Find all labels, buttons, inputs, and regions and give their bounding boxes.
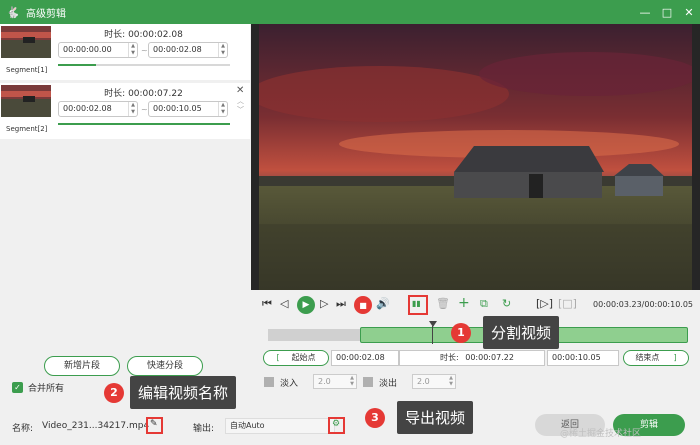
fade-out-input[interactable]: 2.0 ▲ ▼: [412, 374, 456, 389]
time-display: 00:00:03.23/00:00:10.05: [593, 300, 693, 309]
window-title: 高级剪辑: [26, 8, 66, 20]
segment-start-input[interactable]: 00:00:02.08 ▲ ▼: [58, 101, 138, 117]
video-frame: [259, 24, 692, 290]
quick-split-button[interactable]: 快速分段: [127, 356, 203, 376]
volume-icon[interactable]: 🔊: [376, 297, 390, 310]
play-icon[interactable]: ▶: [297, 296, 315, 314]
segment-item[interactable]: Segment[2] 时长: 00:00:07.22 00:00:02.08 ▲…: [0, 83, 250, 139]
reset-icon[interactable]: ↻: [502, 297, 511, 310]
spinner-icon[interactable]: ▲ ▼: [218, 102, 227, 116]
next-frame-icon[interactable]: ⏭: [336, 297, 346, 311]
name-label: 名称:: [12, 424, 34, 434]
add-segment-button[interactable]: 新增片段: [44, 356, 120, 376]
duration-field: 时长: 00:00:07.22: [399, 350, 545, 366]
callout-export: 3 导出视频: [365, 401, 474, 434]
segment-end-input[interactable]: 00:00:02.08 ▲ ▼: [148, 42, 228, 58]
output-label: 输出:: [193, 424, 215, 434]
segment-end-input[interactable]: 00:00:10.05 ▲ ▼: [148, 101, 228, 117]
fade-in-label: 淡入: [280, 379, 299, 389]
stop-icon[interactable]: ■: [354, 296, 372, 314]
mark-out-icon[interactable]: [□]: [558, 297, 577, 310]
file-name: Video_231...34217.mp4: [42, 421, 150, 431]
playhead-line: [432, 326, 433, 344]
merge-all-label: 合并所有: [28, 384, 65, 394]
segment-progress: [58, 123, 230, 125]
title-bar: 🐇 高级剪辑 — □ ✕: [0, 0, 700, 24]
segment-label: Segment[1]: [6, 66, 48, 74]
start-point-button[interactable]: [起始点: [263, 350, 329, 366]
spinner-icon[interactable]: ▲ ▼: [128, 43, 137, 57]
copy-icon[interactable]: ⧉: [480, 297, 488, 311]
segment-track: [96, 64, 230, 66]
callout-split: 1 分割视频: [451, 316, 560, 349]
timeline-track[interactable]: [268, 329, 360, 341]
output-field[interactable]: 自动Auto: [225, 418, 335, 434]
callout-rename: 2 编辑视频名称: [104, 376, 237, 409]
delete-icon[interactable]: 🗑: [436, 297, 450, 310]
delete-segment-icon[interactable]: ✕: [236, 85, 244, 96]
segment-item[interactable]: Segment[1] 时长: 00:00:02.08 00:00:00.00 ▲…: [0, 24, 250, 80]
maximize-icon[interactable]: □: [656, 0, 678, 24]
merge-all-checkbox[interactable]: ✓: [12, 382, 23, 393]
prev-frame-icon[interactable]: ⏮: [262, 297, 272, 311]
fade-out-checkbox[interactable]: [363, 377, 373, 387]
segment-thumbnail: [1, 26, 51, 58]
segment-label: Segment[2]: [6, 125, 48, 133]
video-player[interactable]: [251, 24, 700, 290]
spinner-icon[interactable]: ▲ ▼: [218, 43, 227, 57]
segment-duration: 时长: 00:00:07.22: [104, 89, 183, 99]
close-icon[interactable]: ✕: [678, 0, 700, 24]
add-icon[interactable]: +: [458, 295, 470, 311]
start-time-input[interactable]: 00:00:02.08: [331, 350, 399, 366]
segment-progress: [58, 64, 96, 66]
edit-name-icon[interactable]: ✎: [150, 419, 158, 429]
segment-start-input[interactable]: 00:00:00.00 ▲ ▼: [58, 42, 138, 58]
fade-in-input[interactable]: 2.0 ▲ ▼: [313, 374, 357, 389]
step-back-icon[interactable]: ◁: [280, 297, 288, 310]
gear-icon[interactable]: ⚙: [332, 419, 340, 429]
segment-thumbnail: [1, 85, 51, 117]
app-logo-icon: 🐇: [6, 5, 20, 19]
end-point-button[interactable]: 结束点]: [623, 350, 689, 366]
split-highlight: [408, 295, 428, 315]
fade-out-label: 淡出: [379, 379, 398, 389]
minimize-icon[interactable]: —: [634, 0, 656, 24]
reorder-icon[interactable]: ︿ ﹀: [237, 97, 244, 115]
fade-in-checkbox[interactable]: [264, 377, 274, 387]
segment-duration: 时长: 00:00:02.08: [104, 30, 183, 40]
end-time-input[interactable]: 00:00:10.05: [547, 350, 619, 366]
watermark: @稀土掘金技术社区: [560, 429, 642, 439]
mark-in-icon[interactable]: [▷]: [536, 297, 553, 310]
playhead-icon[interactable]: [429, 321, 437, 327]
step-forward-icon[interactable]: ▷: [320, 297, 328, 310]
spinner-icon[interactable]: ▲ ▼: [128, 102, 137, 116]
